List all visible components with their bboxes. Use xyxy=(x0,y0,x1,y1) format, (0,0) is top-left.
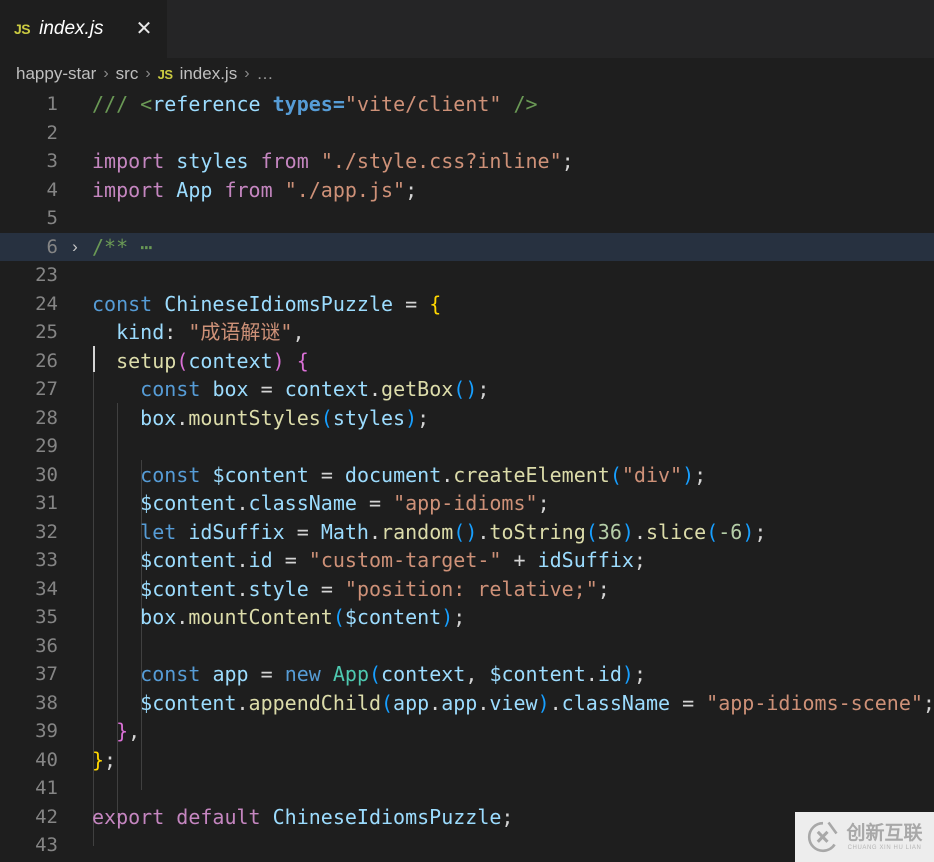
code-line[interactable]: 2 xyxy=(0,119,934,148)
line-number: 36 xyxy=(35,634,58,657)
code-line[interactable]: 25 kind: "成语解谜", xyxy=(0,318,934,347)
breadcrumb-separator: › xyxy=(145,65,151,82)
code-text: const app = new App(context, $content.id… xyxy=(140,662,646,686)
code-line[interactable]: 3 import styles from "./style.css?inline"… xyxy=(0,147,934,176)
code-line[interactable]: 43 xyxy=(0,831,934,860)
line-number: 35 xyxy=(35,606,58,629)
line-number: 26 xyxy=(35,349,58,372)
code-line[interactable]: 35 box.mountContent($content); xyxy=(0,603,934,632)
line-number: 40 xyxy=(35,748,58,771)
line-number: 1 xyxy=(46,93,58,116)
js-file-icon: JS xyxy=(14,21,31,37)
code-lines: 1/// <reference types="vite/client" /> 2 3… xyxy=(0,90,934,860)
code-text: const ChineseIdiomsPuzzle = { xyxy=(92,291,442,316)
line-number: 34 xyxy=(35,577,58,600)
code-text: const box = context.getBox(); xyxy=(140,377,490,401)
line-number: 42 xyxy=(35,805,58,828)
breadcrumb: happy-star › src › JS index.js › … xyxy=(0,58,934,90)
line-number: 41 xyxy=(35,777,58,800)
code-line[interactable]: 24 const ChineseIdiomsPuzzle = { xyxy=(0,290,934,319)
code-line[interactable]: 26 setup(context) { xyxy=(0,347,934,376)
tab-label: index.js xyxy=(39,18,104,39)
js-file-icon: JS xyxy=(157,66,173,82)
code-line[interactable]: 5 xyxy=(0,204,934,233)
logo-icon xyxy=(808,821,839,853)
code-line[interactable]: 27 const box = context.getBox(); xyxy=(0,375,934,404)
code-text: const $content = document.createElement(… xyxy=(140,462,707,487)
code-text: let idSuffix = Math.random().toString(36… xyxy=(140,519,767,544)
code-line[interactable]: 29 xyxy=(0,432,934,461)
breadcrumb-item-folder[interactable]: src xyxy=(116,64,139,84)
code-line[interactable]: 31 $content.className = "app-idioms"; xyxy=(0,489,934,518)
breadcrumb-item-file-label: index.js xyxy=(179,64,238,83)
code-text: export default ChineseIdiomsPuzzle; xyxy=(92,804,514,829)
code-line[interactable]: 32 let idSuffix = Math.random().toString… xyxy=(0,518,934,547)
code-text: /** ⋯ xyxy=(92,234,153,259)
line-number: 30 xyxy=(35,463,58,486)
chevron-right-icon[interactable]: › xyxy=(58,237,92,257)
line-number: 3 xyxy=(46,150,58,173)
line-number: 33 xyxy=(35,549,58,572)
code-line[interactable]: 36 xyxy=(0,632,934,661)
code-line[interactable]: 30 const $content = document.createEleme… xyxy=(0,461,934,490)
breadcrumb-item-symbols[interactable]: … xyxy=(257,64,275,84)
watermark: 创新互联 CHUANG XIN HU LIAN xyxy=(795,812,934,862)
line-number: 38 xyxy=(35,691,58,714)
line-number: 6 xyxy=(46,235,58,258)
line-number: 37 xyxy=(35,663,58,686)
code-line[interactable]: 23 xyxy=(0,261,934,290)
code-text: }, xyxy=(116,719,141,743)
code-line[interactable]: 1 /// <reference types="vite/client" /> xyxy=(0,90,934,119)
code-text: /// <reference types="vite/client" /> xyxy=(92,92,538,116)
line-number: 29 xyxy=(35,435,58,458)
code-text: $content.appendChild(app.app.view).class… xyxy=(140,690,934,715)
line-number: 27 xyxy=(35,378,58,401)
line-number: 32 xyxy=(35,520,58,543)
line-number: 24 xyxy=(35,292,58,315)
line-number: 31 xyxy=(35,492,58,515)
line-number: 23 xyxy=(35,264,58,287)
line-number: 28 xyxy=(35,406,58,429)
code-line[interactable]: 33 $content.id = "custom-target-" + idSu… xyxy=(0,546,934,575)
code-line[interactable]: 6 ›/** ⋯ xyxy=(0,232,934,261)
code-text: }; xyxy=(92,747,117,772)
code-text: $content.className = "app-idioms"; xyxy=(140,491,550,515)
watermark-title-cn: 创新互联 xyxy=(846,821,923,844)
code-text: $content.id = "custom-target-" + idSuffi… xyxy=(140,548,646,572)
editor-tab-bar: JS index.js ✕ xyxy=(0,0,934,58)
code-text: setup(context) { xyxy=(116,348,309,373)
breadcrumb-separator: › xyxy=(103,65,109,82)
code-text: $content.style = "position: relative;"; xyxy=(140,576,610,601)
code-text: import App from "./app.js"; xyxy=(92,177,418,202)
code-line[interactable]: 28 box.mountStyles(styles); xyxy=(0,404,934,433)
text-cursor xyxy=(93,346,95,372)
code-line[interactable]: 4 import App from "./app.js"; xyxy=(0,176,934,205)
tab-index-js[interactable]: JS index.js ✕ xyxy=(0,0,168,58)
code-line[interactable]: 38 $content.appendChild(app.app.view).cl… xyxy=(0,689,934,718)
code-line[interactable]: 34 $content.style = "position: relative;… xyxy=(0,575,934,604)
line-number: 5 xyxy=(46,207,58,230)
line-number: 39 xyxy=(35,720,58,743)
breadcrumb-separator: › xyxy=(244,65,250,82)
close-icon[interactable]: ✕ xyxy=(131,16,157,42)
breadcrumb-item-project[interactable]: happy-star xyxy=(16,64,96,84)
code-line[interactable]: 40}; xyxy=(0,746,934,775)
code-editor[interactable]: 1/// <reference types="vite/client" /> 2 3… xyxy=(0,90,934,862)
line-number: 25 xyxy=(35,321,58,344)
line-number: 4 xyxy=(46,178,58,201)
code-line[interactable]: 39 }, xyxy=(0,717,934,746)
code-text: box.mountStyles(styles); xyxy=(140,405,430,430)
line-number: 2 xyxy=(46,121,58,144)
code-line[interactable]: 42 export default ChineseIdiomsPuzzle; xyxy=(0,803,934,832)
code-text: kind: "成语解谜", xyxy=(116,320,305,344)
code-text: import styles from "./style.css?inline"; xyxy=(92,149,574,173)
code-line[interactable]: 41 xyxy=(0,774,934,803)
line-number: 43 xyxy=(35,834,58,857)
watermark-text: 创新互联 CHUANG XIN HU LIAN xyxy=(846,821,923,851)
watermark-title-en: CHUANG XIN HU LIAN xyxy=(847,844,922,851)
code-text: box.mountContent($content); xyxy=(140,605,466,629)
breadcrumb-item-file[interactable]: JS index.js xyxy=(158,64,238,84)
code-line[interactable]: 37 const app = new App(context, $content… xyxy=(0,660,934,689)
